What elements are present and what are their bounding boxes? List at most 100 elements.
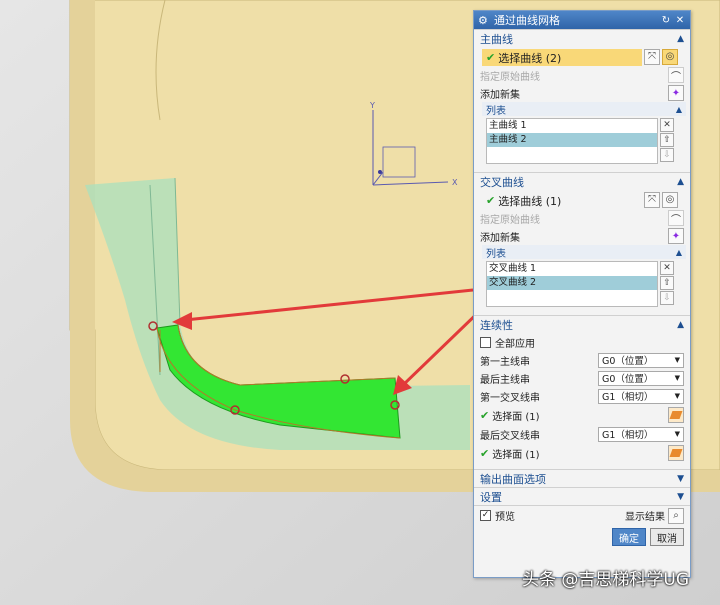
select-primary-curve[interactable]: ✔ 选择曲线 (2) bbox=[482, 49, 642, 66]
cross-list-header[interactable]: 列表 ▲ bbox=[482, 245, 686, 260]
add-set-icon[interactable]: ✦ bbox=[668, 85, 684, 101]
chevron-up-icon[interactable]: ▲ bbox=[676, 105, 682, 114]
magnifier-icon[interactable]: ⌕ bbox=[668, 507, 684, 524]
section-output-options[interactable]: 输出曲面选项 ▼ bbox=[474, 469, 690, 487]
specify-origin-row: 指定原始曲线 ⌒ bbox=[474, 209, 690, 227]
add-new-set-row: 添加新集 ✦ bbox=[474, 227, 690, 245]
select-face-2-row[interactable]: ✔ 选择面 (1) bbox=[474, 443, 690, 463]
face-select-icon[interactable] bbox=[668, 407, 684, 423]
apply-all-checkbox[interactable] bbox=[480, 336, 491, 348]
section-output-label: 输出曲面选项 bbox=[480, 472, 546, 486]
select-face-1-row[interactable]: ✔ 选择面 (1) bbox=[474, 405, 690, 425]
remove-icon[interactable]: ✕ bbox=[660, 118, 674, 132]
first-primary-value: G0（位置） bbox=[602, 356, 654, 367]
first-primary-select[interactable]: G0（位置） ▼ bbox=[598, 352, 684, 368]
list-item[interactable]: 交叉曲线 2 bbox=[487, 276, 657, 290]
add-new-set-label: 添加新集 bbox=[480, 232, 520, 244]
chevron-up-icon[interactable]: ▲ bbox=[677, 34, 684, 44]
preview-row: ✓ 预览 显示结果 ⌕ bbox=[474, 505, 690, 525]
first-primary-label: 第一主线串 bbox=[480, 356, 530, 368]
preview-checkbox[interactable]: ✓ bbox=[480, 510, 491, 521]
origin-curve-icon: ⌒ bbox=[668, 210, 684, 226]
section-primary-label: 主曲线 bbox=[480, 32, 513, 46]
last-primary-value: G0（位置） bbox=[602, 374, 654, 385]
chevron-down-icon: ▼ bbox=[674, 430, 680, 438]
list-item[interactable]: 交叉曲线 1 bbox=[487, 262, 657, 276]
chevron-up-icon[interactable]: ▲ bbox=[677, 177, 684, 187]
axis-x-label: X bbox=[452, 178, 458, 187]
section-settings-label: 设置 bbox=[480, 490, 502, 504]
dialog-buttons: 确定 取消 bbox=[474, 525, 690, 549]
apply-all-label: 全部应用 bbox=[495, 338, 535, 350]
first-cross-label: 第一交叉线串 bbox=[480, 392, 540, 404]
check-icon: ✔ bbox=[486, 51, 496, 64]
gear-icon: ⚙ bbox=[478, 13, 488, 27]
close-icon[interactable]: ✕ bbox=[674, 15, 686, 26]
first-cross-select[interactable]: G1（相切） ▼ bbox=[598, 388, 684, 404]
section-primary-curves[interactable]: 主曲线 ▲ bbox=[474, 29, 690, 47]
ok-button[interactable]: 确定 bbox=[612, 528, 646, 546]
cross-curve-list[interactable]: 交叉曲线 1 交叉曲线 2 bbox=[486, 261, 658, 307]
chevron-down-icon: ▼ bbox=[674, 392, 680, 400]
axis-y-label: Y bbox=[369, 101, 375, 110]
specify-origin-label: 指定原始曲线 bbox=[480, 214, 540, 226]
specify-origin-row: 指定原始曲线 ⌒ bbox=[474, 66, 690, 84]
chevron-down-icon[interactable]: ▼ bbox=[677, 492, 684, 502]
section-settings[interactable]: 设置 ▼ bbox=[474, 487, 690, 505]
preview-label: 预览 bbox=[495, 512, 515, 523]
section-cross-label: 交叉曲线 bbox=[480, 175, 524, 189]
list-item[interactable]: 主曲线 2 bbox=[487, 133, 657, 147]
chevron-up-icon[interactable]: ▲ bbox=[677, 320, 684, 330]
specify-origin-label: 指定原始曲线 bbox=[480, 71, 540, 83]
first-primary-row: 第一主线串 G0（位置） ▼ bbox=[474, 351, 690, 369]
select-primary-label: 选择曲线 (2) bbox=[498, 51, 562, 65]
check-icon: ✔ bbox=[486, 194, 496, 207]
dialog-title: 通过曲线网格 bbox=[494, 14, 560, 27]
cross-list-label: 列表 bbox=[486, 248, 506, 260]
chevron-down-icon: ▼ bbox=[674, 374, 680, 382]
last-cross-row: 最后交叉线串 G1（相切） ▼ bbox=[474, 425, 690, 443]
section-cross-curves[interactable]: 交叉曲线 ▲ bbox=[474, 172, 690, 190]
last-primary-row: 最后主线串 G0（位置） ▼ bbox=[474, 369, 690, 387]
primary-curve-list[interactable]: 主曲线 1 主曲线 2 bbox=[486, 118, 658, 164]
last-primary-select[interactable]: G0（位置） ▼ bbox=[598, 370, 684, 386]
curve-rule-icon[interactable]: ⤧ bbox=[644, 191, 660, 208]
select-cross-label: 选择曲线 (1) bbox=[498, 194, 562, 208]
last-cross-value: G1（相切） bbox=[602, 430, 654, 441]
chevron-up-icon[interactable]: ▲ bbox=[676, 248, 682, 257]
show-result-label: 显示结果 bbox=[625, 512, 665, 523]
check-icon: ✔ bbox=[480, 446, 490, 460]
move-up-icon[interactable]: ⇧ bbox=[660, 276, 674, 290]
last-cross-label: 最后交叉线串 bbox=[480, 430, 540, 442]
select-cross-curve[interactable]: ✔ 选择曲线 (1) bbox=[482, 192, 642, 209]
chevron-down-icon: ▼ bbox=[674, 356, 680, 364]
reset-icon[interactable]: ↻ bbox=[660, 15, 672, 26]
cancel-button[interactable]: 取消 bbox=[650, 528, 684, 546]
add-new-set-row: 添加新集 ✦ bbox=[474, 84, 690, 102]
watermark: 头条 @吉思梯科学UG bbox=[522, 570, 690, 590]
last-cross-select[interactable]: G1（相切） ▼ bbox=[598, 426, 684, 442]
curve-rule-icon[interactable]: ⤧ bbox=[644, 48, 660, 65]
primary-list-label: 列表 bbox=[486, 105, 506, 117]
dialog-titlebar[interactable]: ⚙ 通过曲线网格 ↻ ✕ bbox=[474, 11, 690, 29]
add-set-icon[interactable]: ✦ bbox=[668, 228, 684, 244]
select-curve-icon[interactable]: ◎ bbox=[662, 191, 678, 208]
section-continuity[interactable]: 连续性 ▲ bbox=[474, 315, 690, 333]
list-item[interactable]: 主曲线 1 bbox=[487, 119, 657, 133]
move-down-icon[interactable]: ⇩ bbox=[660, 148, 674, 162]
move-down-icon[interactable]: ⇩ bbox=[660, 291, 674, 305]
apply-all-row[interactable]: 全部应用 bbox=[474, 333, 690, 351]
section-continuity-label: 连续性 bbox=[480, 318, 513, 332]
move-up-icon[interactable]: ⇧ bbox=[660, 133, 674, 147]
curve-mesh-dialog: ⚙ 通过曲线网格 ↻ ✕ 主曲线 ▲ ✔ 选择曲线 (2) ⤧ ◎ 指定原始曲线… bbox=[473, 10, 691, 578]
origin-curve-icon: ⌒ bbox=[668, 67, 684, 83]
face-select-icon[interactable] bbox=[668, 445, 684, 461]
select-curve-icon[interactable]: ◎ bbox=[662, 48, 678, 65]
first-cross-value: G1（相切） bbox=[602, 392, 654, 403]
remove-icon[interactable]: ✕ bbox=[660, 261, 674, 275]
primary-list-header[interactable]: 列表 ▲ bbox=[482, 102, 686, 117]
select-face-2-label: 选择面 (1) bbox=[492, 449, 540, 461]
chevron-down-icon[interactable]: ▼ bbox=[677, 474, 684, 484]
check-icon: ✔ bbox=[480, 408, 490, 422]
wcs-origin bbox=[378, 170, 382, 174]
